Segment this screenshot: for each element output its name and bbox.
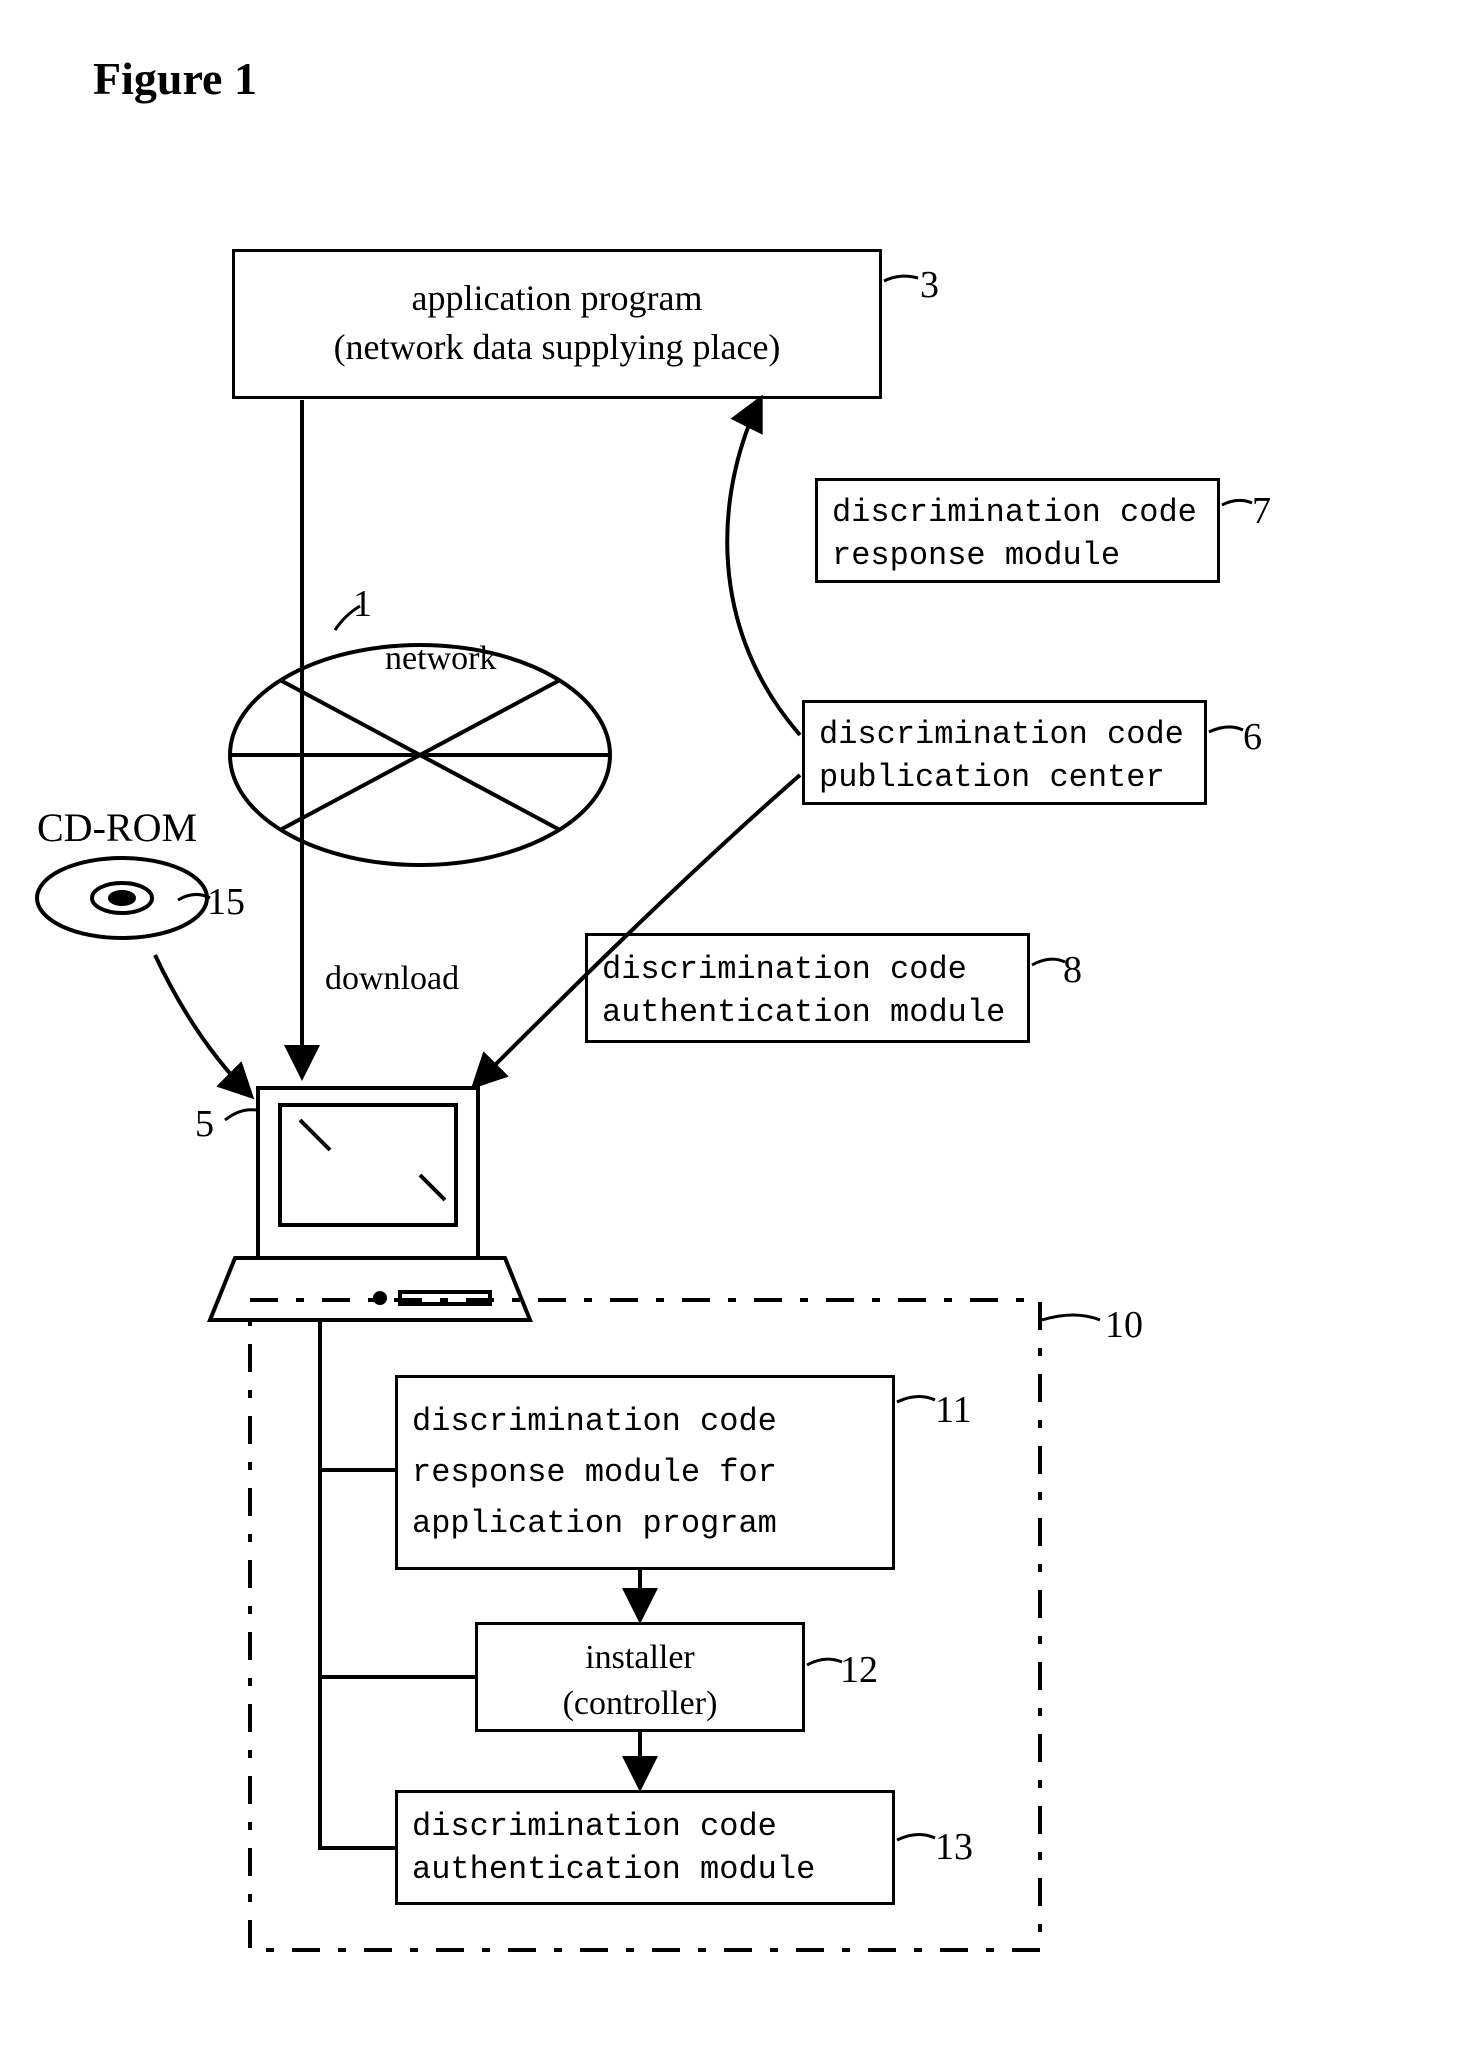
diagram-canvas: Figure 1 application program (network da… [0,0,1458,2067]
computer-icon [210,1088,530,1320]
svg-overlay [0,0,1458,2067]
